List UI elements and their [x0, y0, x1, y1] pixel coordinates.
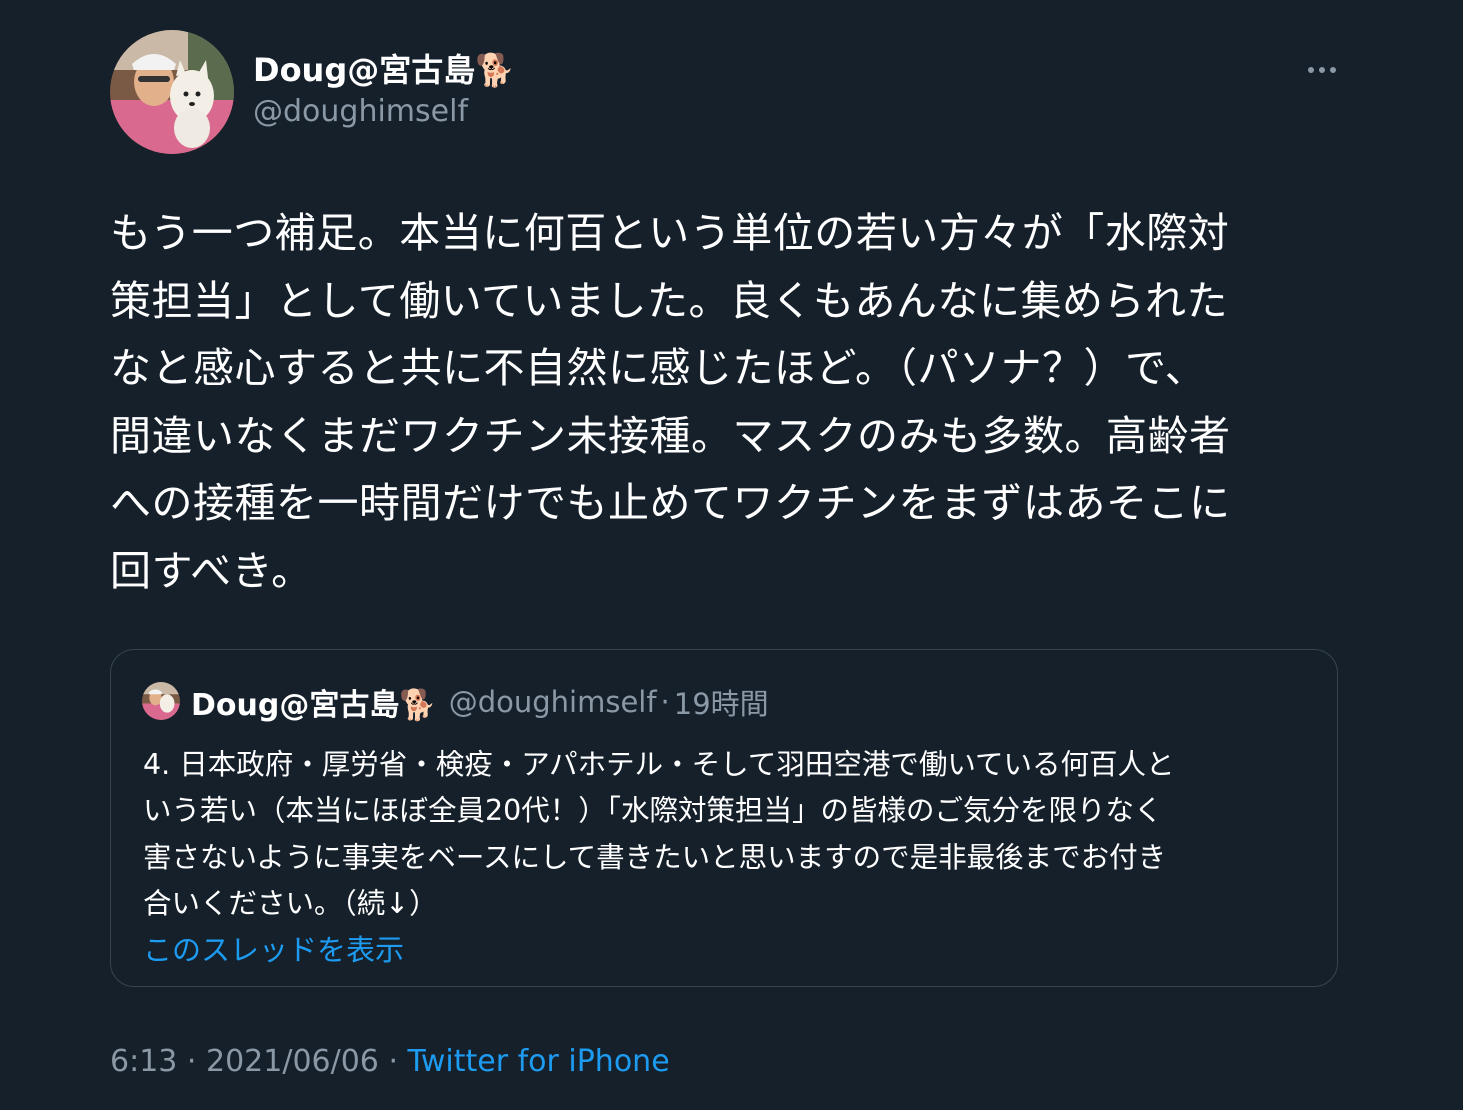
- quoted-tweet-text: 4. 日本政府・厚労省・検疫・アパホテル・そして羽田空港で働いている何百人と い…: [143, 748, 1175, 920]
- quoted-tweet-header: Doug@宮古島🐕 @doughimself · 19時間: [191, 680, 1317, 724]
- tweet-time[interactable]: 6:13: [110, 1044, 177, 1079]
- author-avatar[interactable]: [110, 30, 234, 154]
- tweet-detail: Doug@宮古島🐕 @doughimself もう一つ補足。本当に何百という単位…: [0, 0, 1463, 1110]
- quoted-author-avatar: [142, 682, 180, 720]
- author-display-name[interactable]: Doug@宮古島🐕: [253, 50, 515, 90]
- author-handle[interactable]: @doughimself: [253, 93, 468, 131]
- quoted-author-handle: @doughimself: [448, 685, 657, 719]
- more-dot: [1330, 67, 1336, 73]
- show-thread-link[interactable]: このスレッドを表示: [143, 930, 404, 970]
- profile-photo-icon: [110, 30, 234, 154]
- more-dot: [1319, 67, 1325, 73]
- quoted-tweet[interactable]: Doug@宮古島🐕 @doughimself · 19時間 4. 日本政府・厚労…: [110, 649, 1338, 987]
- tweet-text: もう一つ補足。本当に何百という単位の若い方々が「水際対 策担当」として働いていま…: [110, 209, 1231, 595]
- meta-separator: ·: [177, 1044, 206, 1079]
- quoted-separator: ·: [660, 685, 670, 719]
- tweet-source-link[interactable]: Twitter for iPhone: [408, 1044, 670, 1079]
- profile-photo-icon: [142, 682, 180, 720]
- more-options-icon[interactable]: [1298, 50, 1346, 90]
- tweet-date[interactable]: 2021/06/06: [206, 1044, 379, 1079]
- quoted-author-display-name: Doug@宮古島🐕: [191, 688, 437, 723]
- more-dot: [1308, 67, 1314, 73]
- tweet-metadata: 6:13 · 2021/06/06 · Twitter for iPhone: [110, 1040, 670, 1084]
- meta-separator: ·: [378, 1044, 408, 1079]
- quoted-tweet-time: 19時間: [673, 687, 769, 721]
